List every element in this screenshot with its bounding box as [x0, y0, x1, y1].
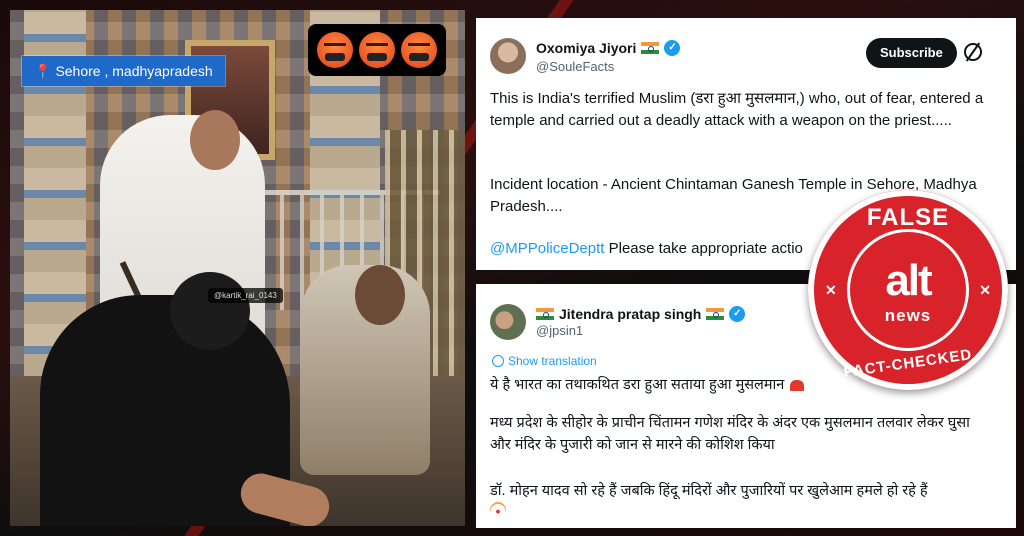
- x-mark-icon: ✕: [979, 282, 991, 298]
- tweet-line: डॉ. मोहन यादव सो रहे हैं जबकि हिंदू मंदि…: [490, 483, 928, 499]
- tweet-paragraph: डॉ. मोहन यादव सो रहे हैं जबकि हिंदू मंदि…: [490, 480, 986, 525]
- verified-badge-icon: ✓: [729, 306, 746, 322]
- angry-face-icon: [317, 32, 353, 68]
- author-row: Oxomiya Jiyori ✓: [536, 40, 681, 56]
- translate-icon: [492, 355, 504, 367]
- tweet-line: ये है भारत का तथाकथित डरा हुआ सताया हुआ …: [490, 377, 785, 393]
- alt-news-logo: alt news: [850, 232, 966, 348]
- author-handle[interactable]: @SouleFacts: [536, 59, 614, 74]
- video-watermark: @kartik_rai_0143: [208, 288, 283, 303]
- india-flag-icon: [706, 308, 725, 320]
- video-frame: @kartik_rai_0143: [10, 10, 465, 526]
- india-flag-icon: [536, 308, 554, 320]
- show-translation-link[interactable]: Show translation: [492, 354, 597, 368]
- subscribe-button[interactable]: Subscribe: [866, 38, 957, 68]
- author-row: Jitendra pratap singh ✓: [536, 306, 746, 322]
- tweet-paragraph: मध्य प्रदेश के सीहोर के प्राचीन चिंतामन …: [490, 415, 970, 453]
- angry-face-icon: [401, 32, 437, 68]
- man-in-white-head: [190, 110, 240, 170]
- clown-face-icon: [490, 502, 506, 518]
- logo-news-text: news: [884, 306, 932, 325]
- angry-face-icon: [359, 32, 395, 68]
- mention-link[interactable]: @MPPoliceDeptt: [490, 240, 604, 257]
- verified-badge-icon: ✓: [664, 40, 681, 56]
- avatar[interactable]: [490, 304, 526, 340]
- avatar[interactable]: [490, 38, 526, 74]
- author-handle[interactable]: @jpsin1: [536, 323, 583, 338]
- tweet-paragraph: This is India's terrified Muslim (डरा हु…: [490, 90, 984, 129]
- stamp-false-text: FALSE: [866, 204, 950, 231]
- man-in-black-head: [170, 272, 250, 350]
- india-flag-icon: [641, 42, 660, 54]
- location-pin-icon: 📍: [34, 63, 52, 79]
- false-fact-check-stamp: FALSE ✕ ✕ alt news FACT-CHECKED: [808, 190, 1008, 390]
- location-badge: 📍 Sehore , madhyapradesh: [22, 56, 225, 86]
- x-mark-icon: ✕: [825, 282, 837, 298]
- tweet-text-rest: Please take appropriate actio: [604, 240, 803, 257]
- logo-alt-text: alt: [885, 256, 932, 305]
- emoji-box: [308, 24, 446, 76]
- location-label: Sehore , madhyapradesh: [55, 63, 213, 79]
- show-translation-label[interactable]: Show translation: [508, 354, 597, 368]
- siren-icon: [790, 379, 805, 391]
- grok-icon[interactable]: [964, 43, 982, 61]
- author-name[interactable]: Jitendra pratap singh: [559, 306, 701, 322]
- priest-head: [355, 265, 405, 325]
- author-name[interactable]: Oxomiya Jiyori: [536, 40, 636, 56]
